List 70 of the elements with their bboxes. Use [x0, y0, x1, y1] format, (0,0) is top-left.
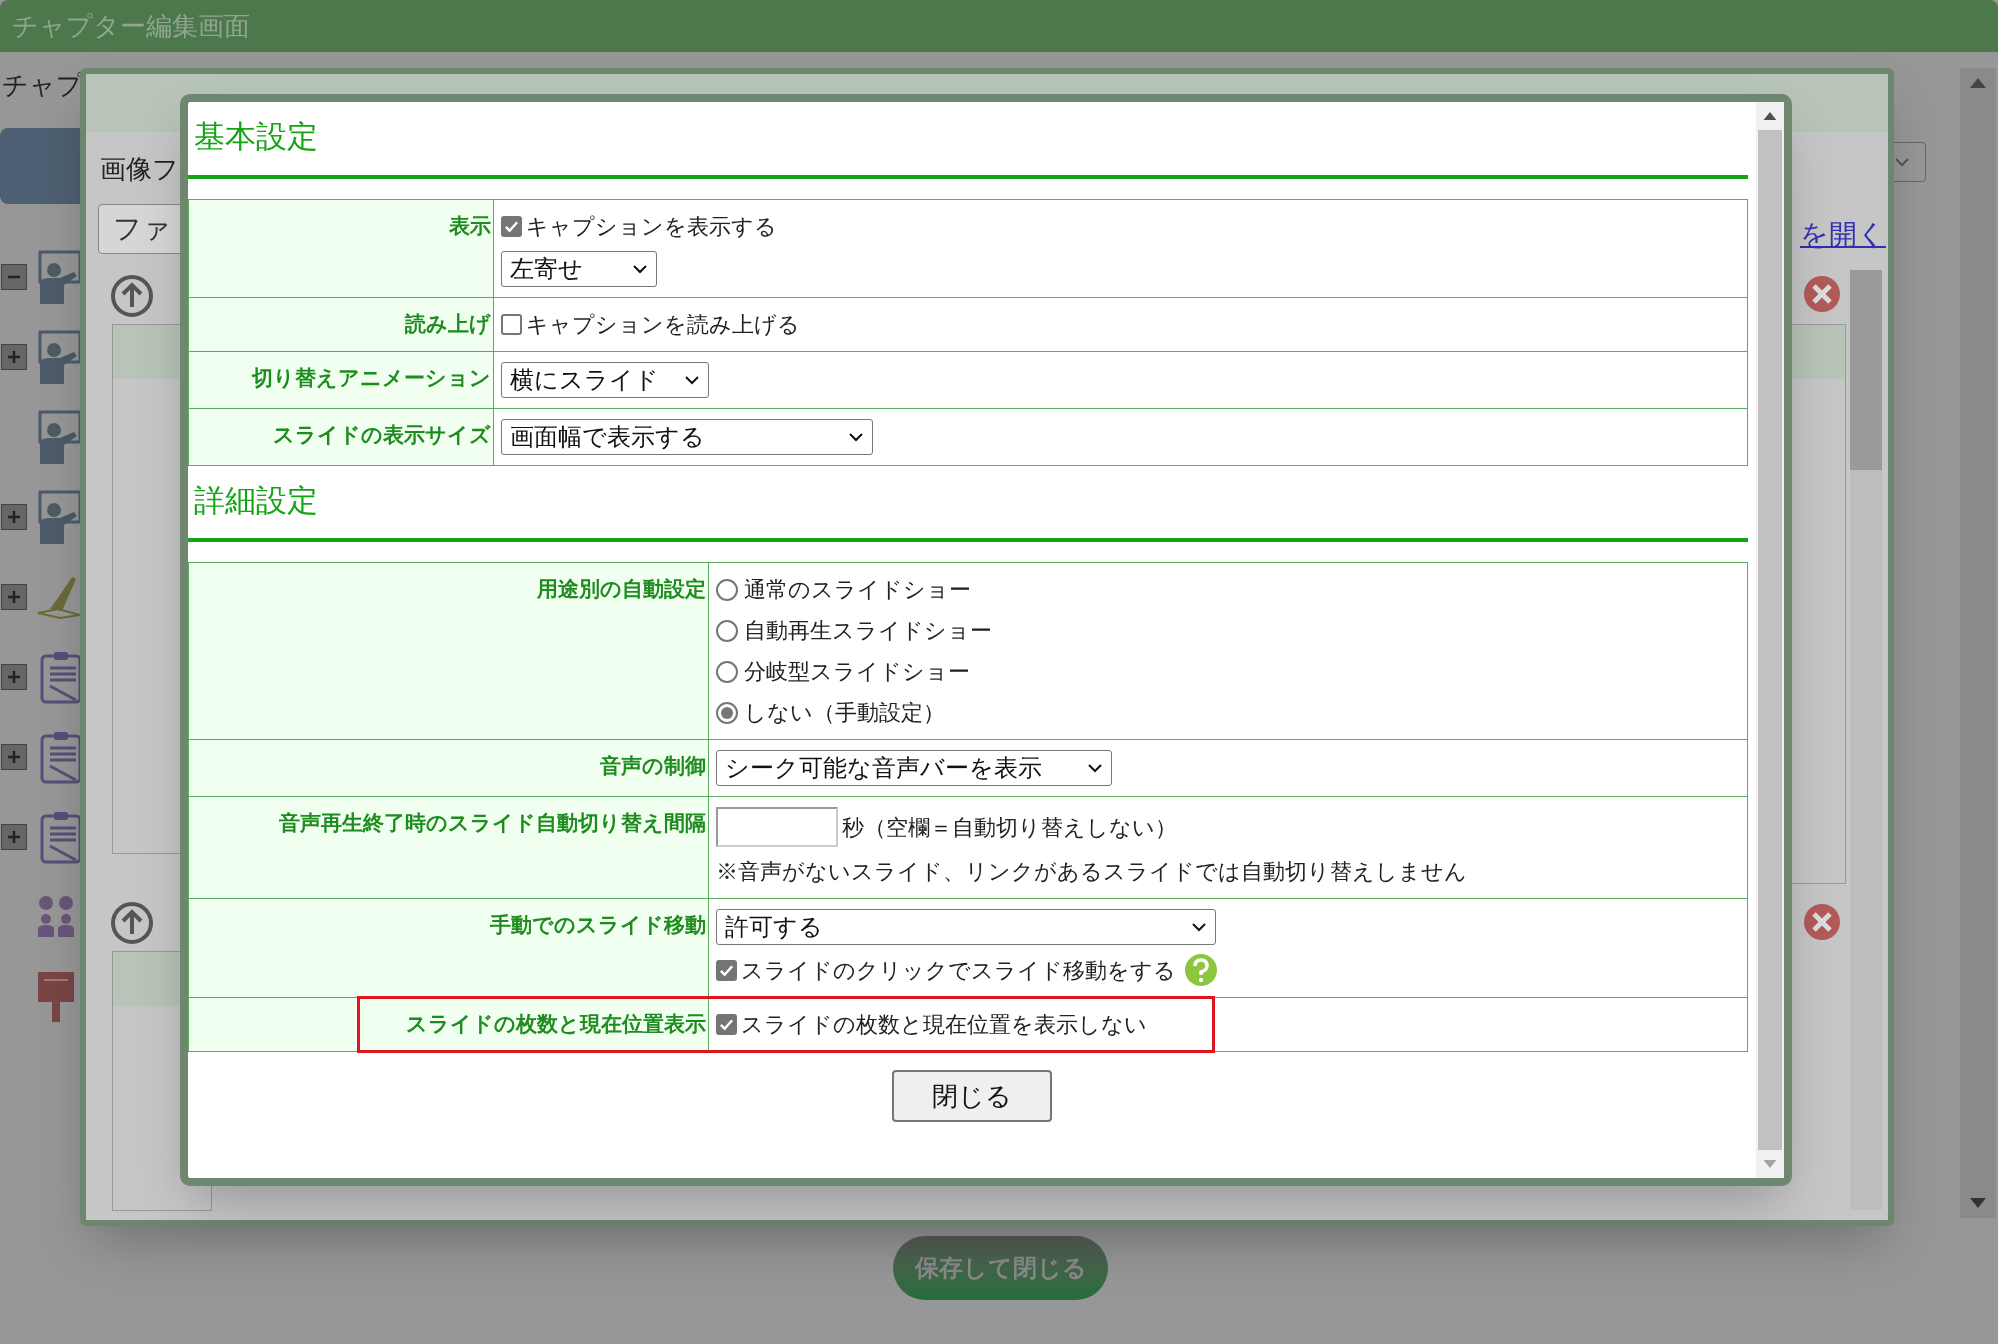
expand-toggle-icon[interactable]	[1, 504, 27, 530]
help-icon[interactable]	[1184, 953, 1218, 987]
radio-button[interactable]	[716, 578, 738, 601]
presenter-icon	[36, 490, 80, 544]
checkbox[interactable]	[501, 215, 522, 237]
dropdown[interactable]: 左寄せ	[501, 250, 657, 287]
scroll-up-icon[interactable]	[1763, 112, 1777, 120]
chevron-down-icon	[848, 431, 864, 442]
expand-toggle-icon[interactable]	[1, 584, 27, 610]
section-heading: 詳細設定	[194, 482, 318, 518]
note-text: ※音声がないスライド、リンクがあるスライドでは自動切り替えしません	[716, 858, 1468, 886]
scrollbar-thumb[interactable]	[1758, 130, 1782, 1150]
checkbox-label: スライドのクリックでスライド移動をする	[741, 956, 1176, 985]
setting-label: 表示	[449, 212, 491, 239]
chevron-down-icon	[632, 263, 648, 274]
chevron-down-icon	[1893, 157, 1911, 167]
setting-label: 音声再生終了時のスライド自動切り替え間隔	[279, 810, 706, 836]
chevron-down-icon	[1087, 763, 1103, 773]
move-up-icon[interactable]	[110, 274, 154, 318]
radio-button[interactable]	[716, 660, 738, 683]
scrollbar-thumb[interactable]	[1850, 270, 1882, 470]
open-link[interactable]: を開く	[1800, 214, 1886, 256]
scroll-down-icon[interactable]	[1970, 1198, 1986, 1208]
dropdown[interactable]: シーク可能な音声バーを表示	[716, 750, 1112, 786]
drawing-icon	[36, 575, 80, 619]
radio-label: 自動再生スライドショー	[744, 617, 992, 645]
setting-label: 用途別の自動設定	[537, 576, 706, 602]
setting-label: 音声の制御	[600, 753, 706, 779]
checkbox[interactable]	[501, 313, 522, 335]
seconds-input-field[interactable]	[716, 807, 838, 847]
collapse-toggle-icon[interactable]	[1, 264, 27, 290]
scroll-down-icon[interactable]	[1763, 1160, 1777, 1168]
checkbox-label: キャプションを読み上げる	[526, 310, 800, 339]
expand-toggle-icon[interactable]	[1, 344, 27, 370]
radio-button[interactable]	[716, 701, 738, 724]
scroll-up-icon[interactable]	[1970, 78, 1986, 88]
close-button[interactable]: 閉じる	[892, 1070, 1052, 1122]
chevron-down-icon	[684, 374, 700, 385]
dropdown[interactable]: 画面幅で表示する	[501, 418, 873, 455]
checkbox-label: スライドの枚数と現在位置を表示しない	[741, 1011, 1147, 1039]
checkbox[interactable]	[716, 959, 737, 981]
delete-icon[interactable]	[1802, 274, 1842, 314]
chevron-down-icon	[1191, 922, 1207, 932]
expand-toggle-icon[interactable]	[1, 744, 27, 770]
presenter-icon	[36, 330, 80, 384]
checkbox-label: キャプションを表示する	[526, 212, 777, 241]
radio-label: しない（手動設定）	[744, 699, 945, 727]
setting-label: スライドの表示サイズ	[273, 421, 491, 448]
dropdown[interactable]: 横にスライド	[501, 361, 709, 398]
delete-icon[interactable]	[1802, 902, 1842, 942]
seconds-hint: 秒（空欄＝自動切り替えしない）	[842, 813, 1177, 842]
checkbox[interactable]	[716, 1014, 737, 1035]
presenter-icon	[36, 410, 80, 464]
presenter-icon	[36, 250, 80, 304]
setting-label: スライドの枚数と現在位置表示	[406, 1011, 706, 1037]
expand-toggle-icon[interactable]	[1, 664, 27, 690]
dropdown[interactable]: 許可する	[716, 909, 1216, 945]
postbox-icon	[36, 970, 76, 1024]
section-heading: 基本設定	[194, 119, 318, 154]
radio-label: 通常のスライドショー	[744, 576, 971, 604]
image-label: 画像フ	[100, 153, 179, 186]
page-title: チャプター編集画面	[12, 9, 250, 43]
radio-button[interactable]	[716, 619, 738, 642]
move-up-icon[interactable]	[110, 901, 154, 945]
checkmark-icon	[719, 1017, 734, 1032]
expand-toggle-icon[interactable]	[1, 824, 27, 850]
radio-label: 分岐型スライドショー	[744, 658, 970, 686]
setting-label: 読み上げ	[405, 310, 491, 337]
setting-label: 切り替えアニメーション	[252, 364, 491, 391]
setting-label: 手動でのスライド移動	[490, 912, 706, 938]
